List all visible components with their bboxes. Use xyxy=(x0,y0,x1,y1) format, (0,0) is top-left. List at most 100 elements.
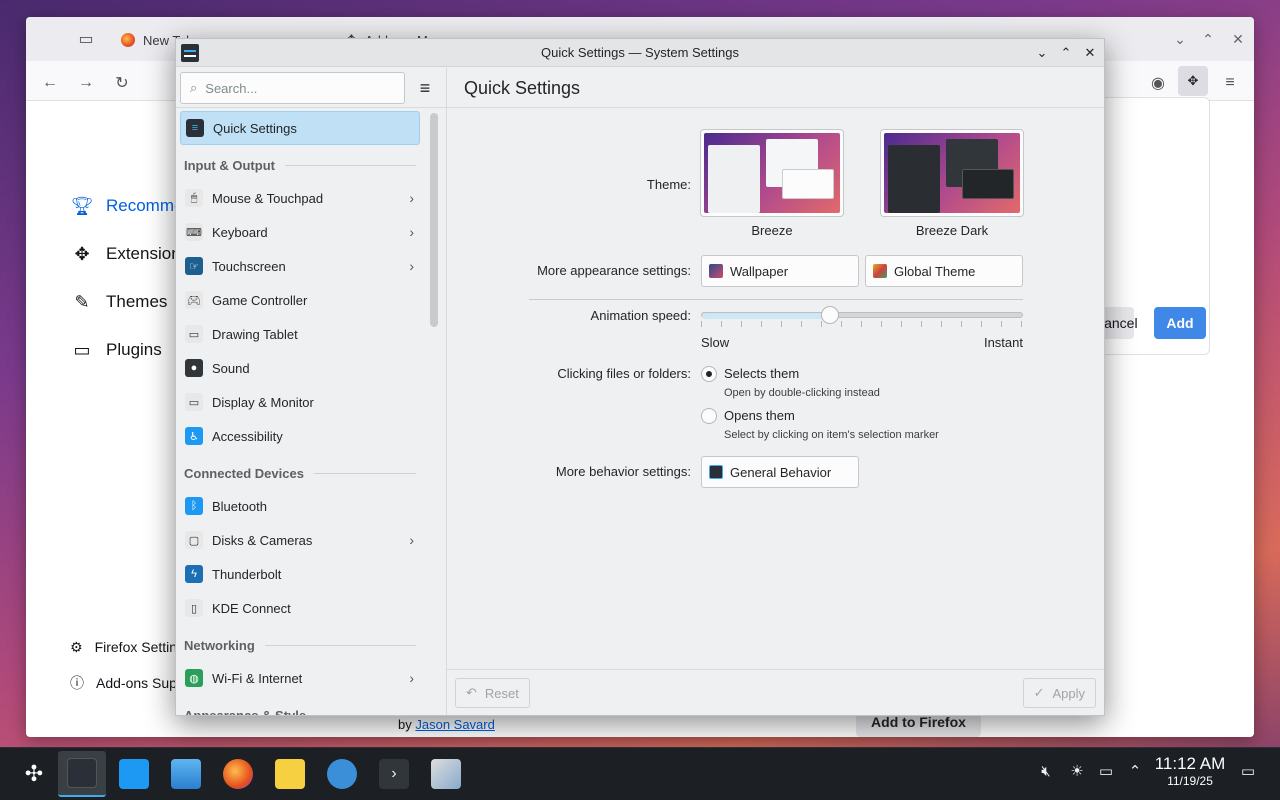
radio-label[interactable]: Opens them xyxy=(724,408,795,423)
category-label: Input & Output xyxy=(184,157,275,173)
sidebar-item-label: KDE Connect xyxy=(212,600,291,616)
page-title: Quick Settings xyxy=(464,78,581,98)
close-icon[interactable]: ✕ xyxy=(1080,43,1100,63)
wallpaper-button[interactable]: Wallpaper xyxy=(701,255,859,287)
reload-icon[interactable]: ↻ xyxy=(110,71,134,95)
trophy-icon: 🏆︎ xyxy=(70,195,94,216)
expand-tray-icon[interactable]: ⌃ xyxy=(1124,760,1146,782)
theme-breeze-dark-thumbnail[interactable] xyxy=(880,129,1024,217)
mouse-icon: 🖱︎ xyxy=(185,189,203,207)
maximize-icon[interactable]: ⌃ xyxy=(1056,43,1076,63)
minimize-icon[interactable]: ⌄ xyxy=(1170,29,1190,49)
taskbar: ✣ › 🔇︎ ☀ ▭ ⌃ 11:12 AM 11/19/25 ▭ xyxy=(0,747,1280,800)
radio-opens-them[interactable] xyxy=(701,408,717,424)
add-button[interactable]: Add xyxy=(1154,307,1206,339)
close-icon[interactable]: ✕ xyxy=(1228,29,1248,49)
taskbar-firefox[interactable] xyxy=(214,751,262,797)
hamburger-menu-icon[interactable]: ≡ xyxy=(414,77,436,99)
sidebar-item-mouse-touchpad[interactable]: 🖱︎ Mouse & Touchpad › xyxy=(180,181,420,215)
image-viewer-icon xyxy=(431,759,461,789)
sidebar-item-keyboard[interactable]: ⌨ Keyboard › xyxy=(180,215,420,249)
sidebar-scrollbar[interactable] xyxy=(430,113,438,327)
chevron-right-icon: › xyxy=(409,670,414,686)
sidebar-item-sound[interactable]: ● Sound xyxy=(180,351,420,385)
sidebar-list: ≡ Quick Settings Input & Output 🖱︎ Mouse &… xyxy=(180,111,420,715)
reset-button[interactable]: ↶ Reset xyxy=(455,678,530,708)
display-icon[interactable]: ▭ xyxy=(1095,760,1117,782)
sidebar-item-touchscreen[interactable]: ☞ Touchscreen › xyxy=(180,249,420,283)
sidebar-item-label: Display & Monitor xyxy=(212,394,314,410)
animation-speed-slider[interactable] xyxy=(701,306,1023,331)
back-icon[interactable]: ← xyxy=(38,71,62,95)
sidebar-item-wi-fi-internet[interactable]: ◍ Wi-Fi & Internet › xyxy=(180,661,420,695)
sidebar-item-label: Game Controller xyxy=(212,292,308,308)
volume-muted-icon[interactable]: 🔇︎ xyxy=(1035,760,1057,782)
show-desktop-icon[interactable]: ▭ xyxy=(1237,760,1259,782)
brush-icon: ✎ xyxy=(74,291,90,312)
sidebar-item-label: Mouse & Touchpad xyxy=(212,190,324,206)
sidebar-category: Connected Devices xyxy=(180,453,420,489)
button-label: Apply xyxy=(1052,685,1085,701)
monitor-icon: ▭ xyxy=(185,393,203,411)
global-theme-button[interactable]: Global Theme xyxy=(865,255,1023,287)
general-behavior-button[interactable]: General Behavior xyxy=(701,456,859,488)
theme-breeze-thumbnail[interactable] xyxy=(700,129,844,217)
taskbar-terminal[interactable]: › xyxy=(370,751,418,797)
minimize-icon[interactable]: ⌄ xyxy=(1032,43,1052,63)
taskbar-browser[interactable] xyxy=(318,751,366,797)
phone-icon: ▯ xyxy=(185,599,203,617)
radio-description: Open by double-clicking instead xyxy=(724,387,880,399)
chevron-right-icon: › xyxy=(409,258,414,274)
maximize-icon[interactable]: ⌃ xyxy=(1198,29,1218,49)
apply-button[interactable]: ✓ Apply xyxy=(1022,678,1096,708)
bluetooth-icon: ᛒ xyxy=(185,497,203,515)
launcher-icon[interactable]: ✣ xyxy=(10,751,58,797)
sidebar-item-quick-settings[interactable]: ≡ Quick Settings xyxy=(180,111,420,145)
slider-tick xyxy=(841,321,842,327)
slider-tick xyxy=(721,321,722,327)
slider-tick xyxy=(801,321,802,327)
slider-fill xyxy=(702,313,831,319)
sidebar-item-bluetooth[interactable]: ᛒ Bluetooth xyxy=(180,489,420,523)
sidebar-item-drawing-tablet[interactable]: ▭ Drawing Tablet xyxy=(180,317,420,351)
forward-icon[interactable]: → xyxy=(74,71,98,95)
taskbar-notes[interactable] xyxy=(266,751,314,797)
titlebar[interactable]: Quick Settings — System Settings ⌄ ⌃ ✕ xyxy=(176,39,1104,67)
help-icon: ⓘ xyxy=(70,675,84,691)
tablet-icon: ▭ xyxy=(185,325,203,343)
slider-tick xyxy=(941,321,942,327)
slider-tick xyxy=(901,321,902,327)
menu-icon[interactable]: ≡ xyxy=(1218,71,1242,95)
account-icon[interactable]: ◉ xyxy=(1146,71,1170,95)
sidebar-item-accessibility[interactable]: ♿︎ Accessibility xyxy=(180,419,420,453)
button-label: Reset xyxy=(484,685,519,701)
sidebar-item-label: Keyboard xyxy=(212,224,268,240)
radio-selects-them[interactable] xyxy=(701,366,717,382)
behavior-label: More behavior settings: xyxy=(555,464,691,479)
radio-label[interactable]: Selects them xyxy=(724,366,799,381)
slider-tick xyxy=(1001,321,1002,327)
sidebar-item-game-controller[interactable]: 🎮︎ Game Controller xyxy=(180,283,420,317)
slider-tick xyxy=(761,321,762,327)
taskbar-system-settings[interactable] xyxy=(58,751,106,797)
author-link[interactable]: Jason Savard xyxy=(415,717,495,732)
slider-handle[interactable] xyxy=(820,306,839,324)
taskbar-files[interactable] xyxy=(162,751,210,797)
settings-app-icon xyxy=(181,44,199,62)
sidebar-item-display-monitor[interactable]: ▭ Display & Monitor xyxy=(180,385,420,419)
slider-tick xyxy=(921,321,922,327)
sidebar-item-disks-cameras[interactable]: ▢ Disks & Cameras › xyxy=(180,523,420,557)
search-input[interactable]: ⌕ Search... xyxy=(180,72,405,104)
clock[interactable]: 11:12 AM 11/19/25 xyxy=(1150,754,1230,788)
taskbar-image-viewer[interactable] xyxy=(422,751,470,797)
sidebar-item-label: Disks & Cameras xyxy=(212,532,313,548)
extensions-button[interactable]: ✥ xyxy=(1178,66,1208,96)
taskbar-discover[interactable] xyxy=(110,751,158,797)
brightness-icon[interactable]: ☀ xyxy=(1066,760,1088,782)
radio-description: Select by clicking on item's selection m… xyxy=(724,429,939,441)
sidebar-item-thunderbolt[interactable]: ϟ Thunderbolt xyxy=(180,557,420,591)
tab-list-icon[interactable]: ▭ xyxy=(74,27,98,51)
check-icon: ✓ xyxy=(1033,685,1045,700)
sidebar-category: Networking xyxy=(180,625,420,661)
sidebar-item-kde-connect[interactable]: ▯ KDE Connect xyxy=(180,591,420,625)
